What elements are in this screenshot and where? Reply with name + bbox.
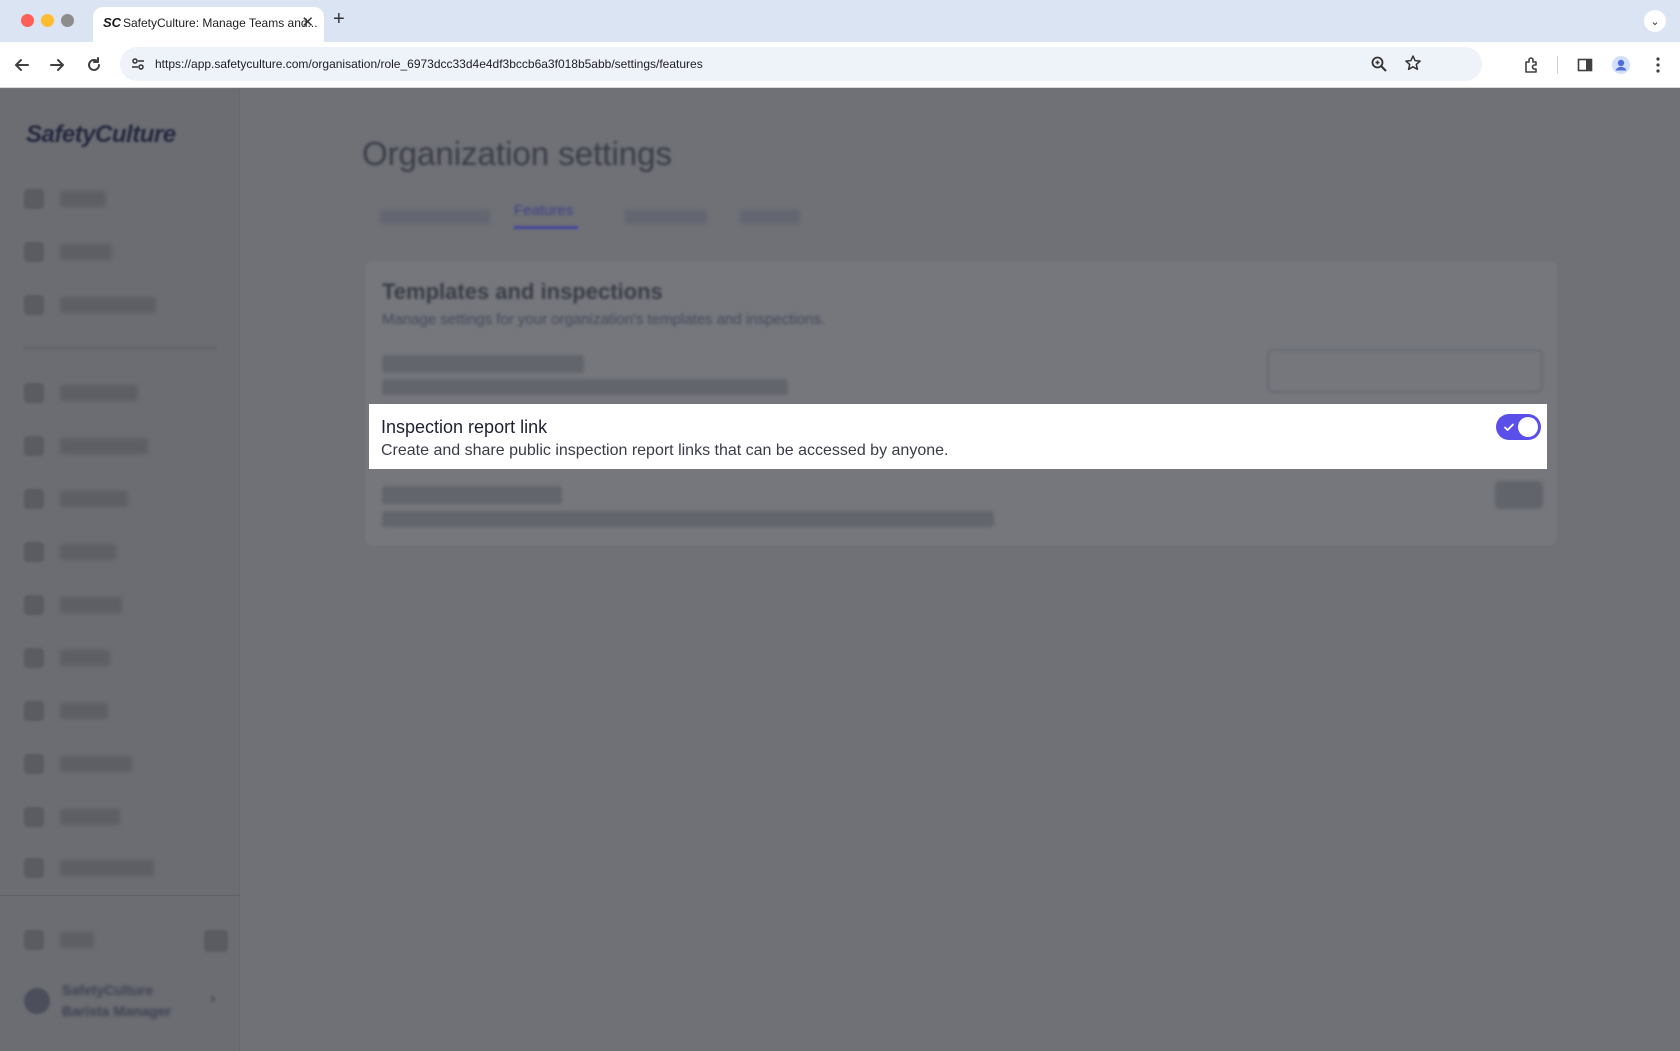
sidebar-item-icon	[24, 542, 44, 562]
setting-button-placeholder[interactable]	[1495, 481, 1543, 509]
browser-toolbar: https://app.safetyculture.com/organisati…	[0, 42, 1680, 88]
zoom-icon[interactable]	[1370, 55, 1388, 78]
back-icon[interactable]	[8, 51, 36, 79]
inspection-report-link-setting: Inspection report link Create and share …	[369, 404, 1547, 469]
sidebar-item[interactable]	[24, 857, 154, 879]
sidebar: SafetyCulture SafetyCulture Barista Mana…	[0, 89, 240, 1051]
reload-icon[interactable]	[80, 51, 108, 79]
sidebar-item-label	[60, 756, 132, 772]
forward-icon[interactable]	[43, 51, 71, 79]
sidebar-item[interactable]	[24, 700, 108, 722]
sidebar-item[interactable]	[24, 806, 120, 828]
close-tab-icon[interactable]: ✕	[301, 13, 314, 31]
sidebar-item[interactable]	[24, 294, 156, 316]
tab-placeholder[interactable]	[380, 210, 490, 224]
sidebar-item-label	[60, 438, 148, 454]
site-info-icon[interactable]	[130, 56, 146, 77]
sidebar-item-icon	[24, 436, 44, 456]
sidebar-item-label	[60, 932, 94, 948]
setting-title: Inspection report link	[381, 417, 548, 437]
setting-select-placeholder[interactable]	[1267, 349, 1543, 393]
avatar[interactable]	[24, 988, 50, 1014]
sidebar-item-help[interactable]	[24, 929, 94, 951]
sidebar-item-label	[60, 703, 108, 719]
user-role: Barista Manager	[62, 1003, 171, 1019]
more-icon[interactable]	[1644, 51, 1672, 79]
sidebar-item[interactable]	[24, 382, 138, 404]
sidebar-item-icon	[24, 489, 44, 509]
help-icon	[24, 930, 44, 950]
extensions-icon[interactable]	[1518, 51, 1546, 79]
sidebar-item-icon	[24, 807, 44, 827]
tab-placeholder[interactable]	[740, 210, 800, 224]
sidebar-item-icon	[24, 242, 44, 262]
sidebar-item-icon	[24, 189, 44, 209]
profile-icon[interactable]	[1607, 51, 1635, 79]
card-subtitle: Manage settings for your organization's …	[382, 311, 826, 328]
browser-tab-bar: SC SafetyCulture: Manage Teams and... ✕ …	[0, 0, 1680, 42]
tab-title: SafetyCulture: Manage Teams and...	[123, 16, 318, 30]
sidebar-divider	[24, 347, 216, 349]
sidebar-bottom-divider	[0, 895, 240, 896]
sidebar-item[interactable]	[24, 188, 106, 210]
address-bar[interactable]: https://app.safetyculture.com/organisati…	[120, 47, 1482, 81]
main-content: Organization settings Features Templates…	[241, 89, 1680, 1051]
active-tab-indicator	[514, 226, 578, 229]
setting-description: Create and share public inspection repor…	[381, 442, 949, 459]
sidebar-item-label	[60, 544, 116, 560]
maximize-window-button[interactable]	[61, 14, 74, 27]
sidebar-item[interactable]	[24, 541, 116, 563]
close-window-button[interactable]	[21, 14, 34, 27]
sidebar-item[interactable]	[24, 753, 132, 775]
sidebar-item[interactable]	[24, 594, 122, 616]
sidebar-item-icon	[24, 648, 44, 668]
sidebar-item-icon	[24, 595, 44, 615]
sidebar-item[interactable]	[24, 488, 128, 510]
safetyculture-favicon-icon: SC	[103, 15, 122, 30]
sidebar-item[interactable]	[24, 435, 148, 457]
check-icon	[1503, 420, 1515, 438]
setting-description-placeholder	[382, 379, 788, 395]
sidebar-item-label	[60, 809, 120, 825]
sidebar-item-label	[60, 491, 128, 507]
star-icon[interactable]	[1404, 54, 1422, 77]
chevron-right-icon[interactable]: ›	[210, 990, 215, 1008]
sidebar-item-label	[60, 191, 106, 207]
sidebar-item-icon	[24, 754, 44, 774]
sidebar-item-label	[60, 650, 110, 666]
sidebar-item-icon	[24, 383, 44, 403]
toolbar-divider	[1557, 56, 1558, 74]
tab-search-chevron-icon[interactable]: ⌄	[1644, 10, 1666, 32]
card-title: Templates and inspections	[382, 279, 663, 304]
sidebar-item-label	[60, 385, 138, 401]
url-text: https://app.safetyculture.com/organisati…	[155, 57, 703, 71]
browser-tab[interactable]: SC SafetyCulture: Manage Teams and... ✕	[93, 7, 324, 42]
sidebar-item[interactable]	[24, 241, 112, 263]
tab-placeholder[interactable]	[625, 210, 707, 224]
sidebar-item-label	[60, 244, 112, 260]
tab-features[interactable]: Features	[514, 202, 573, 219]
sidebar-item-label	[60, 860, 154, 876]
sidebar-item[interactable]	[24, 647, 110, 669]
setting-title-placeholder	[382, 486, 562, 504]
page-title: Organization settings	[362, 135, 673, 172]
safetyculture-logo: SafetyCulture	[26, 121, 176, 148]
minimize-window-button[interactable]	[41, 14, 54, 27]
new-tab-icon[interactable]: +	[333, 8, 345, 31]
setting-description-placeholder	[382, 511, 994, 527]
toggle-knob	[1518, 417, 1538, 437]
sidebar-item-label	[60, 297, 156, 313]
side-panel-icon[interactable]	[1571, 51, 1599, 79]
sidebar-item-label	[60, 597, 122, 613]
inspection-report-link-toggle[interactable]	[1496, 414, 1541, 440]
sidebar-item-icon	[24, 295, 44, 315]
collapse-sidebar-button[interactable]	[204, 930, 228, 952]
user-organization-name: SafetyCulture	[62, 982, 154, 998]
sidebar-item-icon	[24, 858, 44, 878]
sidebar-item-icon	[24, 701, 44, 721]
setting-title-placeholder	[382, 355, 584, 373]
